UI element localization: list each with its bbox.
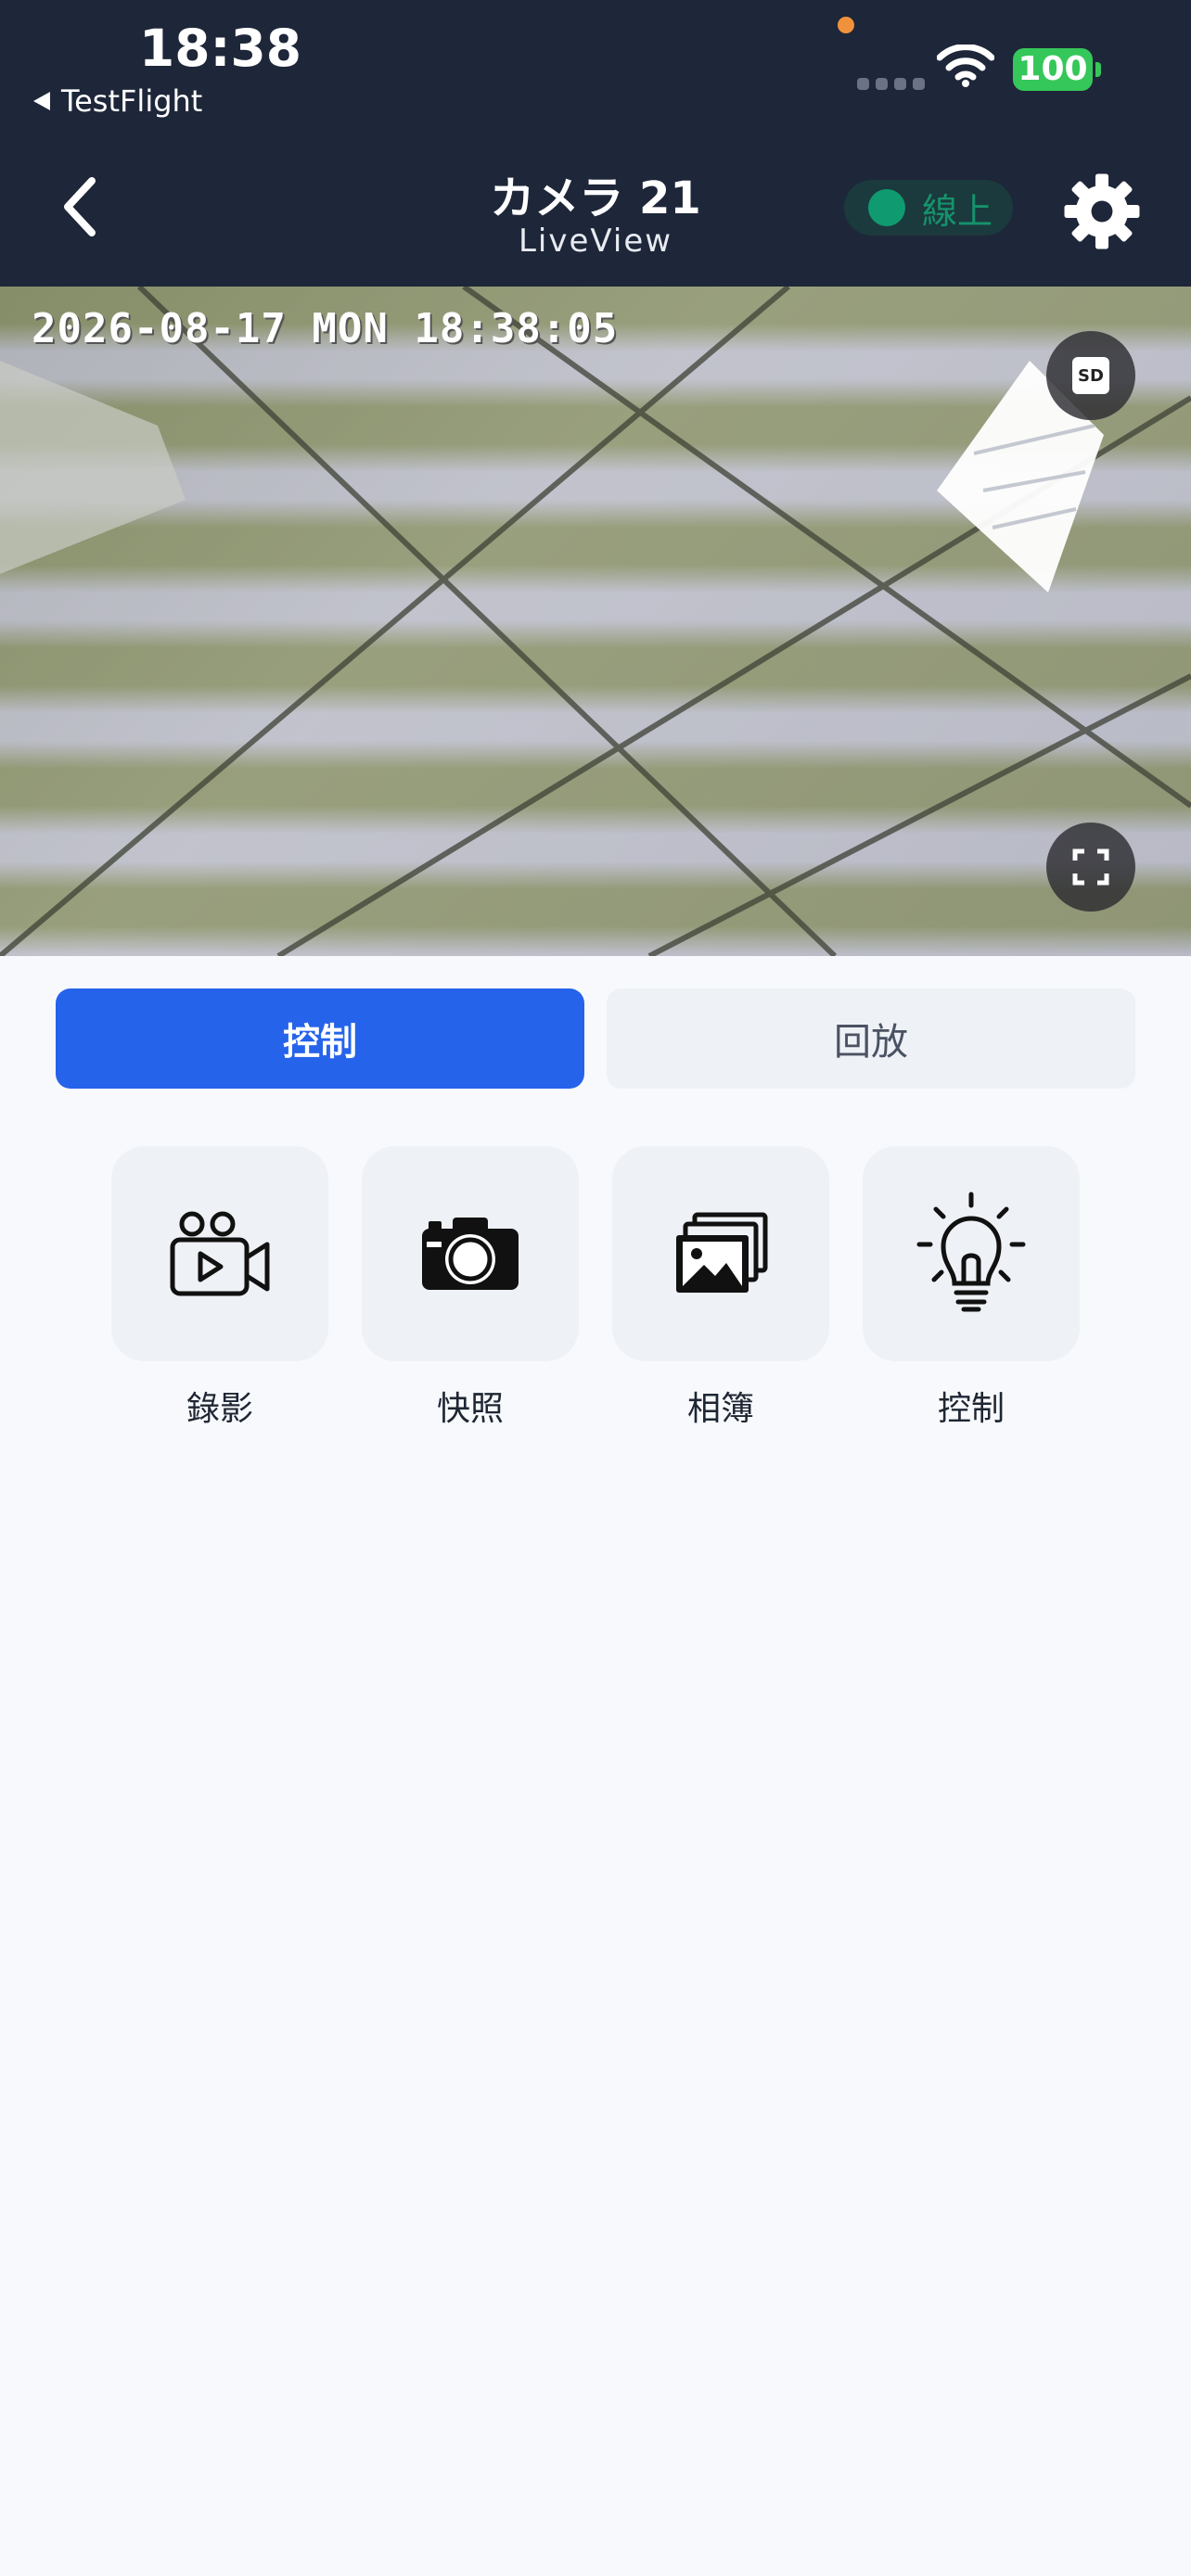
record-action[interactable]: 錄影 <box>111 1146 328 1430</box>
tab-control[interactable]: 控制 <box>56 988 584 1089</box>
record-tile[interactable] <box>111 1146 328 1361</box>
camera-title: カメラ 21 <box>490 172 701 224</box>
sd-quality-badge: SD <box>1072 357 1109 394</box>
light-control-action[interactable]: 控制 <box>863 1146 1080 1430</box>
header: 18:38 TestFlight 100 カメラ 21 LiveView 線上 <box>0 0 1191 287</box>
status-time: 18:38 <box>139 19 302 78</box>
back-button[interactable] <box>51 172 107 241</box>
screen: 18:38 TestFlight 100 カメラ 21 LiveView 線上 <box>0 0 1191 2576</box>
online-status-label: 線上 <box>922 190 993 232</box>
battery-indicator: 100 <box>1013 48 1101 91</box>
album-label: 相簿 <box>686 1390 754 1428</box>
tab-playback[interactable]: 回放 <box>607 988 1135 1089</box>
gallery-icon <box>676 1212 768 1293</box>
back-to-app-link[interactable]: TestFlight <box>33 83 202 119</box>
battery-cap <box>1095 62 1101 77</box>
lightbulb-icon <box>916 1192 1026 1312</box>
battery-level: 100 <box>1013 48 1093 91</box>
back-triangle-icon <box>33 92 50 110</box>
quality-toggle-button[interactable]: SD <box>1046 331 1135 420</box>
snapshot-tile[interactable] <box>362 1146 579 1361</box>
online-dot-icon <box>868 189 905 226</box>
camera-icon <box>422 1218 519 1290</box>
settings-gear-icon[interactable] <box>1061 171 1143 252</box>
light-control-label: 控制 <box>937 1390 1005 1428</box>
fullscreen-button[interactable] <box>1046 823 1135 912</box>
privacy-indicator-dot <box>838 17 854 33</box>
chevron-left-icon <box>64 177 96 236</box>
snapshot-action[interactable]: 快照 <box>362 1146 579 1430</box>
album-action[interactable]: 相簿 <box>612 1146 829 1430</box>
record-label: 錄影 <box>186 1390 253 1428</box>
back-app-label: TestFlight <box>61 83 203 119</box>
live-video-view[interactable]: 2026-08-17 MON 18:38:05 SD <box>0 287 1191 956</box>
album-tile[interactable] <box>612 1146 829 1361</box>
camera-timestamp: 2026-08-17 MON 18:38:05 <box>32 305 619 352</box>
online-status-badge: 線上 <box>844 180 1013 236</box>
video-frame-graphic <box>0 287 1191 956</box>
camera-subtitle: LiveView <box>518 223 673 260</box>
wifi-icon <box>937 45 994 87</box>
snapshot-label: 快照 <box>436 1390 504 1428</box>
light-control-tile[interactable] <box>863 1146 1080 1361</box>
video-camera-icon <box>170 1211 270 1296</box>
cellular-signal-icon <box>857 78 925 90</box>
fullscreen-icon <box>1072 848 1109 886</box>
